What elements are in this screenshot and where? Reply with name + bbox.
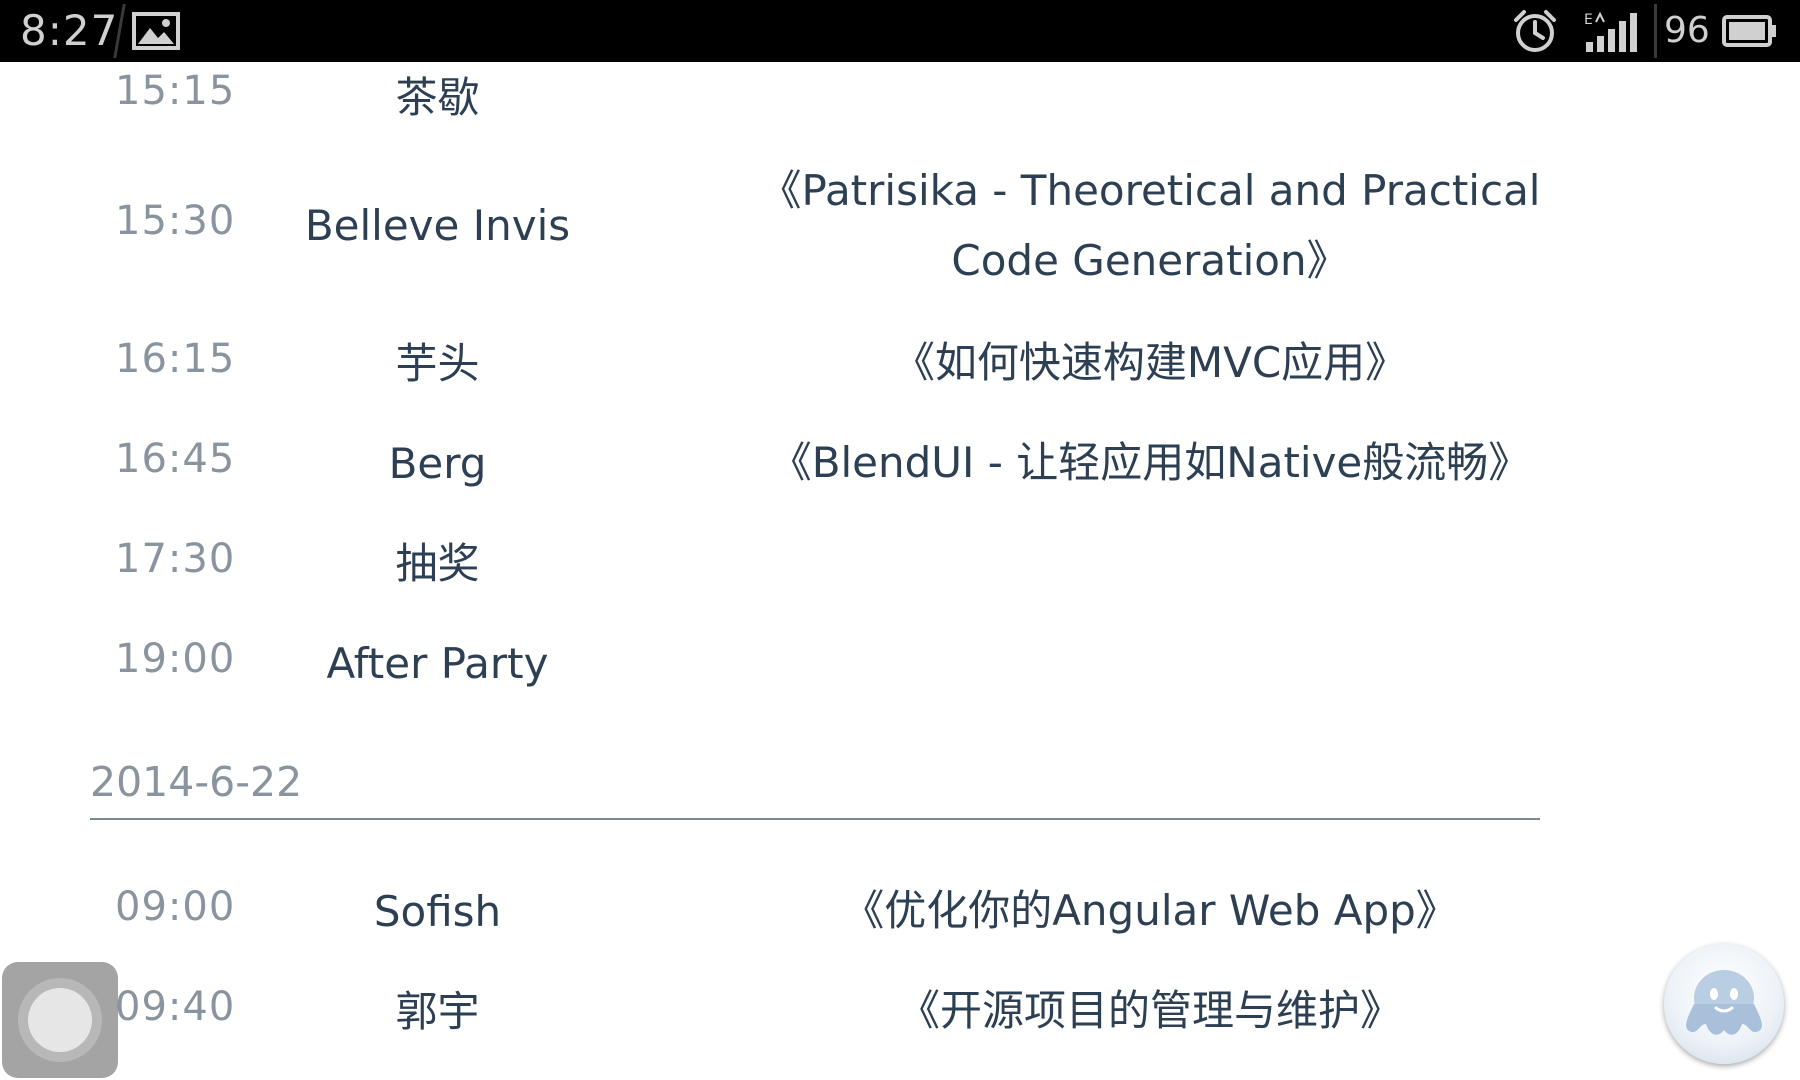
status-bar: 8:27 E 96 <box>0 0 1800 62</box>
row-time: 16:15 <box>115 336 236 382</box>
status-time: 8:27 <box>20 6 119 55</box>
row-speaker: Belleve Invis <box>304 201 571 250</box>
row-speaker: After Party <box>326 639 549 688</box>
row-time: 09:00 <box>115 884 236 930</box>
signal-icon: E <box>1584 11 1637 52</box>
day-heading: 2014-6-22 <box>90 758 303 806</box>
image-icon <box>132 12 180 50</box>
row-topic: 《如何快速构建MVC应用》 <box>892 338 1408 387</box>
assistive-touch-icon[interactable] <box>2 962 118 1078</box>
row-speaker: Sofish <box>373 887 502 936</box>
row-time: 19:00 <box>115 636 236 682</box>
row-topic: 《BlendUI - 让轻应用如Native般流畅》 <box>769 438 1531 487</box>
qq-icon <box>1686 970 1762 1035</box>
screen: 8:27 E 96 15:15 茶歇 15:30 Belleve Invis 《… <box>0 0 1800 1080</box>
row-time: 16:45 <box>115 436 236 482</box>
row-topic: 《Patrisika - Theoretical and Practical C… <box>759 166 1541 285</box>
row-topic: 《优化你的Angular Web App》 <box>842 886 1458 935</box>
row-time: 15:15 <box>115 68 236 114</box>
day-divider <box>90 818 1540 820</box>
assistive-touch-center <box>28 988 92 1052</box>
row-speaker: 茶歇 <box>395 73 480 122</box>
row-speaker: 芋头 <box>395 339 480 388</box>
status-separator <box>1654 4 1657 58</box>
svg-text:E: E <box>1584 12 1593 28</box>
row-time: 15:30 <box>115 198 236 244</box>
battery-level: 96 <box>1664 10 1710 51</box>
qq-float-button[interactable] <box>1664 944 1784 1064</box>
row-time: 17:30 <box>115 536 236 582</box>
alarm-icon <box>1514 10 1556 52</box>
row-topic: 《开源项目的管理与维护》 <box>897 986 1402 1035</box>
row-time: 09:40 <box>115 984 236 1030</box>
battery-icon <box>1722 15 1776 47</box>
row-speaker: Berg <box>388 439 487 488</box>
row-speaker: 郭宇 <box>395 987 480 1036</box>
row-speaker: 抽奖 <box>395 539 480 588</box>
